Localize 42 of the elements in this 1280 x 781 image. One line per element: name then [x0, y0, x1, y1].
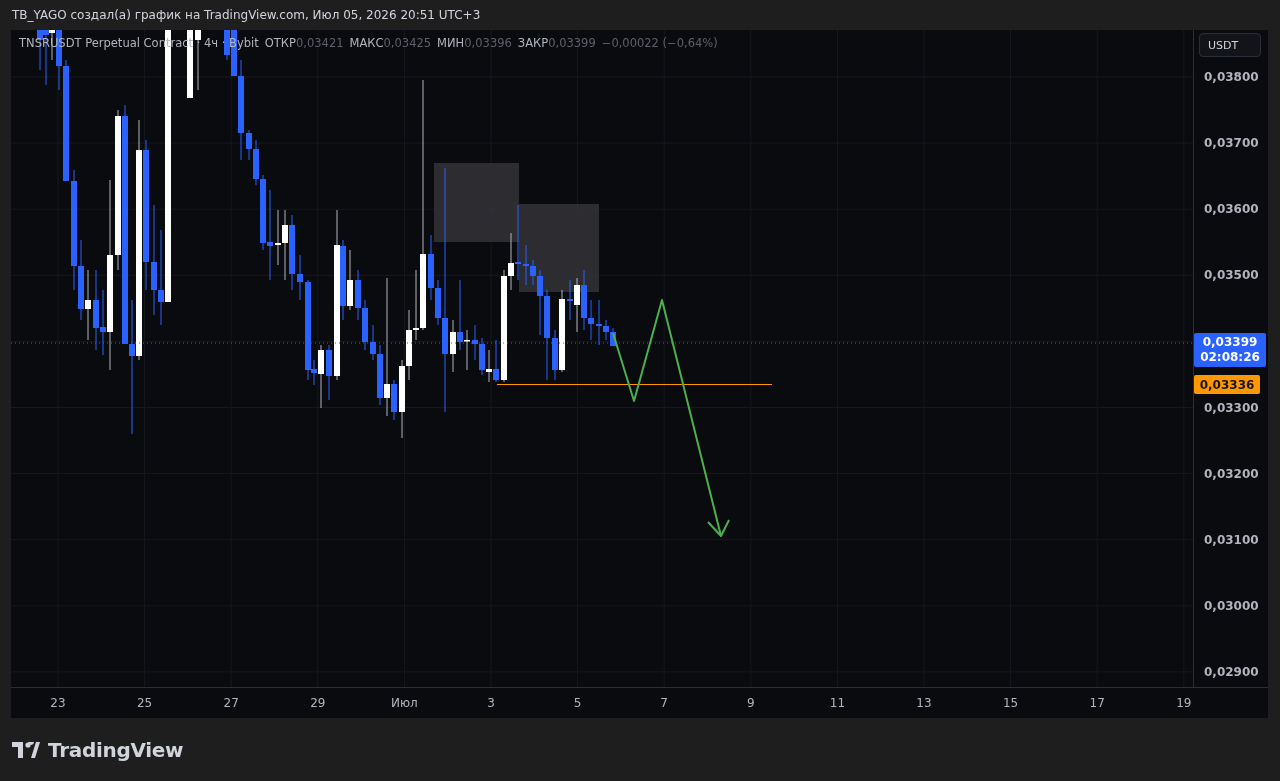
- date-label: 27: [223, 696, 239, 710]
- date-label: 19: [1176, 696, 1192, 710]
- ohlc-value: 0,03421: [296, 36, 344, 50]
- ohlc-label: ЗАКР: [517, 36, 549, 50]
- price-tick: 0,03500: [1204, 268, 1259, 283]
- price-tick: 0,03200: [1204, 466, 1259, 481]
- logo-wordmark: TradingView: [48, 737, 184, 762]
- ohlc-value: 0,03399: [548, 36, 596, 50]
- ohlc-label: ОТКР: [264, 36, 296, 50]
- date-label: 13: [916, 696, 932, 710]
- price-tick: 0,03700: [1204, 136, 1259, 151]
- price-tick: 0,02900: [1204, 664, 1259, 679]
- logo-icon: [12, 741, 40, 758]
- price-change: −0,00022 (−0,64%): [601, 36, 718, 50]
- candle: [195, 30, 201, 91]
- date-label: 25: [136, 696, 153, 710]
- bar-countdown: 02:08:26: [1200, 350, 1260, 365]
- date-label: 3: [487, 696, 495, 710]
- candle: [326, 344, 332, 401]
- date-label: 5: [573, 696, 582, 710]
- level-price-badge: 0,03336: [1194, 375, 1260, 394]
- price-tick: 0,03300: [1204, 400, 1259, 415]
- price-tick: 0,03100: [1204, 532, 1259, 547]
- currency-button[interactable]: USDT: [1199, 33, 1261, 57]
- ohlc-label: МИН: [437, 36, 465, 50]
- last-price: 0,03399: [1202, 335, 1258, 350]
- date-label: 15: [1002, 696, 1019, 710]
- date-label: 17: [1089, 696, 1105, 710]
- ohlc-value: 0,03396: [464, 36, 512, 50]
- date-label: 9: [747, 696, 755, 710]
- price-tick: 0,03000: [1204, 598, 1259, 613]
- candle: [297, 254, 303, 301]
- price-tick: 0,03600: [1204, 202, 1259, 217]
- date-label: 23: [50, 696, 66, 710]
- date-label: 11: [829, 696, 846, 710]
- price-tick: 0,03800: [1204, 70, 1259, 84]
- date-label: Июл: [391, 696, 418, 710]
- date-label: 29: [310, 696, 326, 710]
- ohlc-value: 0,03425: [383, 36, 432, 50]
- date-label: 7: [660, 696, 668, 710]
- ohlc-label: МАКС: [349, 36, 384, 50]
- chart-attribution: TB_YAGO создал(а) график на TradingView.com, Июл 05, 2026 20:51 UTC+3: [12, 8, 481, 22]
